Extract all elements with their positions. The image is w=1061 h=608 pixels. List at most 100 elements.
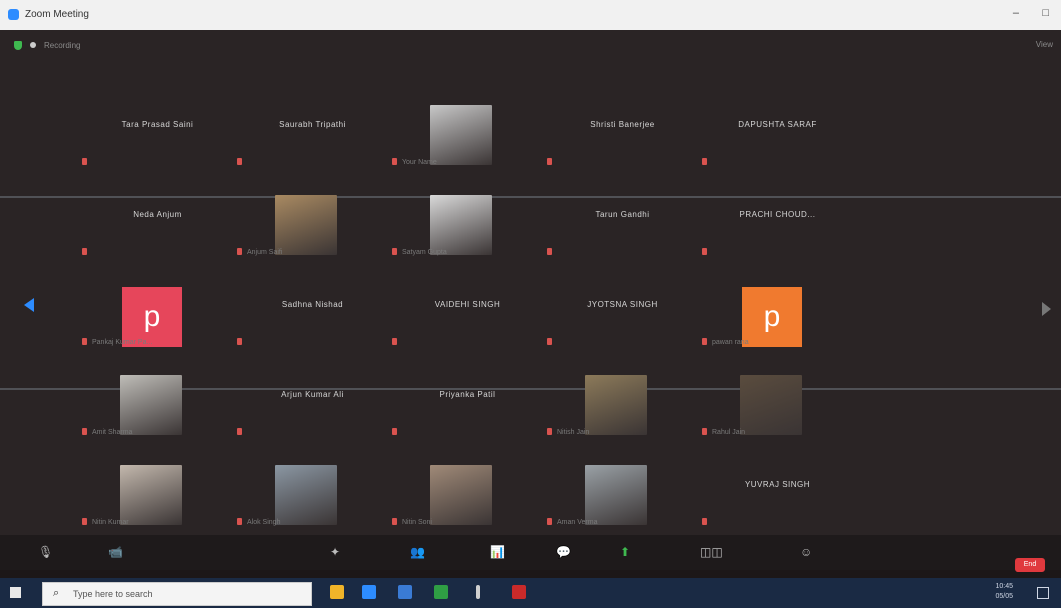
participants-icon[interactable]: 👥 [410,545,425,559]
muted-mic-icon [702,518,707,525]
participant-label: Rahul Jain [712,429,746,436]
shield-icon[interactable] [14,40,22,50]
participant-tile[interactable]: YUVRAJ SINGH [700,440,855,528]
muted-mic-icon [237,248,242,255]
recording-text: Recording [44,40,81,50]
mute-microphone-icon[interactable]: 🎙 [38,545,53,559]
polls-icon[interactable]: 📊 [490,545,505,559]
participant-name: Neda Anjum [133,210,182,219]
participant-tile[interactable]: Rahul Jain [700,350,855,438]
participant-tile[interactable]: Nitish Jain [545,350,700,438]
breakout-rooms-icon[interactable]: ◫◫ [700,545,723,559]
participant-tile[interactable]: DAPUSHTA SARAF [700,80,855,168]
maximize-button[interactable]: □ [1042,7,1049,19]
participant-tile[interactable]: Anjum Saifi [235,170,390,258]
window-titlebar: Zoom Meeting – □ [0,0,1061,30]
previous-page-arrow-icon[interactable] [24,298,34,312]
zoom-app-icon[interactable] [362,585,376,599]
next-page-arrow-icon[interactable] [1042,302,1051,316]
muted-mic-icon [547,338,552,345]
taskbar-clock[interactable]: 10:45 05/05 [995,582,1013,602]
participant-tile[interactable]: p Pankaj Kumar Pa... [80,260,235,348]
muted-mic-icon [392,518,397,525]
chat-icon[interactable]: 💬 [556,545,571,559]
muted-mic-icon [392,248,397,255]
muted-mic-icon [82,158,87,165]
participant-tile[interactable]: Priyanka Patil [390,350,545,438]
participant-label: Pankaj Kumar Pa... [92,339,153,346]
file-explorer-icon[interactable] [330,585,344,599]
participant-grid: Tara Prasad Saini Saurabh Tripathi Your Na… [80,80,1005,550]
participant-tile[interactable]: Nitin Kumar [80,440,235,528]
participant-video-thumbnail [275,465,337,525]
participant-tile[interactable]: Tarun Gandhi [545,170,700,258]
participant-label: Your Name [402,159,437,166]
muted-mic-icon [237,158,242,165]
view-button[interactable]: View [1036,40,1053,49]
participant-name: Arjun Kumar Ali [281,390,344,399]
app-icon[interactable] [476,585,480,599]
participant-tile[interactable]: Tara Prasad Saini [80,80,235,168]
participant-label: Aman Verma [557,519,598,526]
muted-mic-icon [82,428,87,435]
app-icon[interactable] [512,585,526,599]
participant-tile[interactable]: Amit Sharma [80,350,235,438]
participant-video-thumbnail [740,375,802,435]
participant-tile[interactable]: Satyam Gupta [390,170,545,258]
taskbar-search-box[interactable]: ⌕ Type here to search [42,582,312,606]
muted-mic-icon [702,248,707,255]
end-meeting-button[interactable]: End [1015,558,1045,572]
participant-tile[interactable]: Shristi Banerjee [545,80,700,168]
participant-name: VAIDEHI SINGH [434,300,501,309]
record-icon [30,42,36,48]
participant-tile[interactable]: Arjun Kumar Ali [235,350,390,438]
meeting-info-bar: Recording [14,38,80,52]
participant-video-thumbnail [585,465,647,525]
participant-video-thumbnail [430,465,492,525]
muted-mic-icon [82,518,87,525]
muted-mic-icon [237,338,242,345]
notification-center-icon[interactable] [1037,587,1049,599]
security-icon[interactable]: ✦ [330,545,340,559]
participant-name: PRACHI CHOUD... [739,210,816,219]
participant-video-thumbnail [430,195,492,255]
minimize-button[interactable]: – [1013,7,1019,19]
word-app-icon[interactable] [398,585,412,599]
participant-name: Shristi Banerjee [590,120,655,129]
participant-tile[interactable]: PRACHI CHOUD... [700,170,855,258]
participant-name: Tarun Gandhi [595,210,650,219]
participant-tile[interactable]: Nitin Soni [390,440,545,528]
participant-tile[interactable]: Aman Verma [545,440,700,528]
participant-tile[interactable]: Alok Singh [235,440,390,528]
participant-video-thumbnail [585,375,647,435]
participant-tile[interactable]: VAIDEHI SINGH [390,260,545,348]
zoom-logo-icon [8,9,19,20]
participant-tile[interactable]: JYOTSNA SINGH [545,260,700,348]
share-screen-icon[interactable]: ⬆ [620,545,630,559]
window-title: Zoom Meeting [25,9,89,20]
participant-video-thumbnail [120,375,182,435]
participant-name: Priyanka Patil [439,390,496,399]
participant-name: Sadhna Nishad [281,300,344,309]
excel-app-icon[interactable] [434,585,448,599]
muted-mic-icon [547,428,552,435]
participant-label: Anjum Saifi [247,249,283,256]
muted-mic-icon [392,428,397,435]
participant-name: DAPUSHTA SARAF [738,120,817,129]
participant-tile[interactable]: Sadhna Nishad [235,260,390,348]
search-icon: ⌕ [53,587,60,599]
participant-label: Satyam Gupta [402,249,447,256]
participant-label: Nitin Soni [402,519,432,526]
participant-tile[interactable]: Neda Anjum [80,170,235,258]
muted-mic-icon [547,248,552,255]
video-camera-icon[interactable]: 📹 [108,545,123,559]
participant-label: Nitin Kumar [92,519,129,526]
participant-label: Amit Sharma [92,429,133,436]
participant-tile[interactable]: Saurabh Tripathi [235,80,390,168]
participant-tile[interactable]: p pawan rana [700,260,855,348]
participant-name: JYOTSNA SINGH [587,300,658,309]
muted-mic-icon [702,158,707,165]
participant-tile[interactable]: Your Name [390,80,545,168]
reactions-icon[interactable]: ☺ [800,545,812,559]
windows-start-icon[interactable] [10,587,21,598]
